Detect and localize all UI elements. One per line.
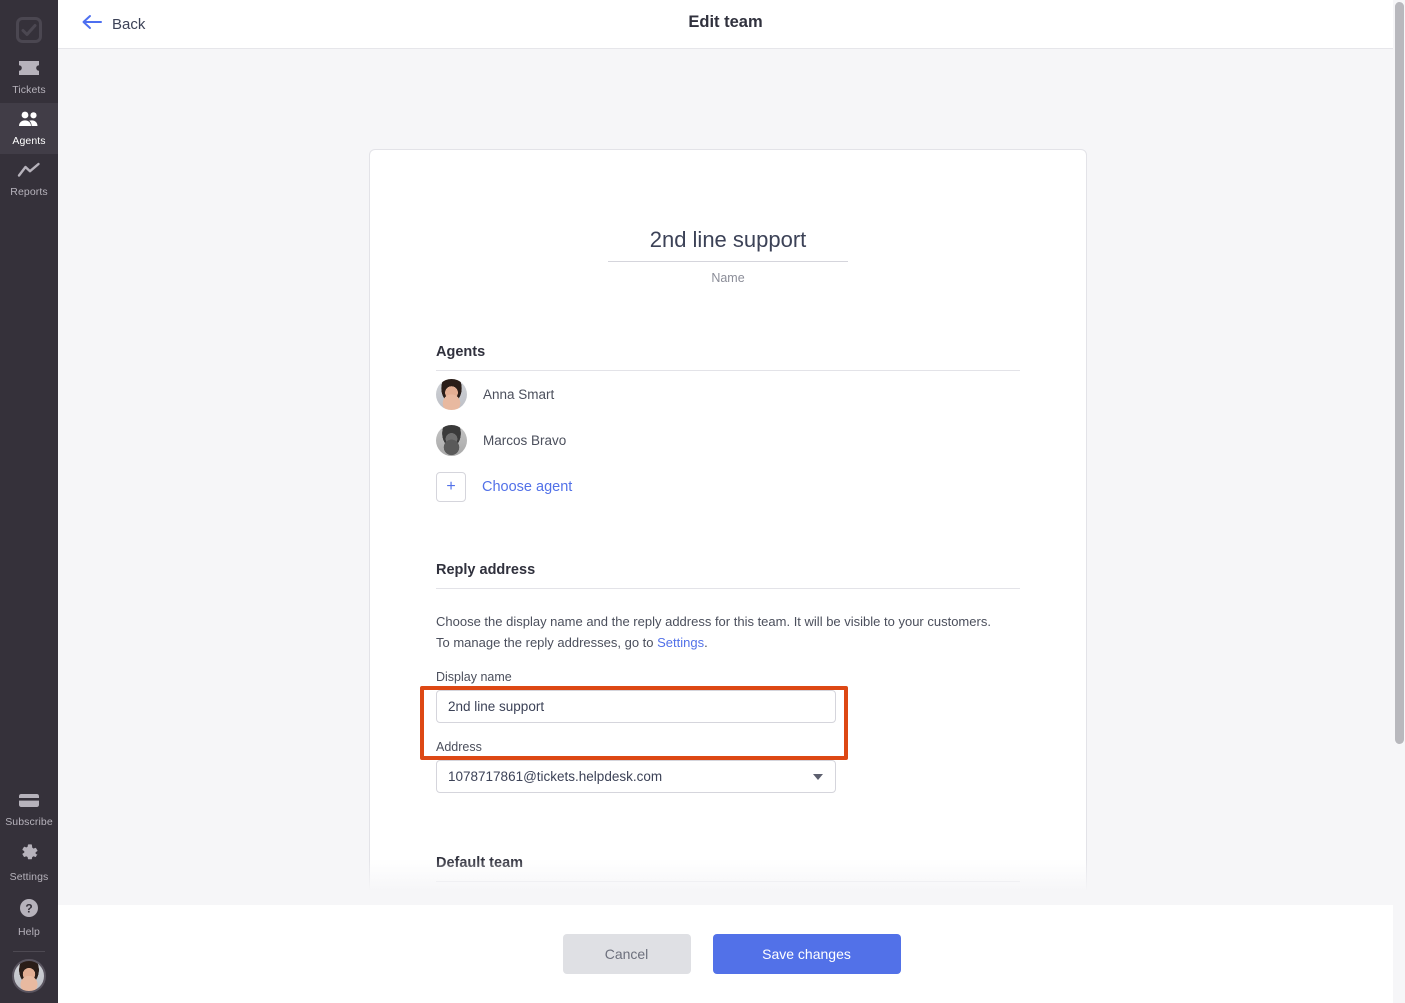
sidebar-divider bbox=[13, 951, 45, 952]
choose-agent-button[interactable]: + Choose agent bbox=[436, 472, 572, 502]
choose-agent-label: Choose agent bbox=[482, 479, 573, 495]
team-name-field-group: 2nd line support Name bbox=[608, 150, 848, 285]
main-sidebar: Tickets Agents Reports Subscribe Setting… bbox=[0, 0, 58, 1003]
display-name-label: Display name bbox=[436, 670, 512, 684]
default-team-section: Default team bbox=[436, 855, 1020, 882]
edit-team-card: 2nd line support Name Agents Anna Smart … bbox=[369, 149, 1087, 905]
plus-icon: + bbox=[436, 472, 466, 502]
reply-address-description-prefix: To manage the reply addresses, go to bbox=[436, 635, 658, 650]
avatar bbox=[436, 424, 467, 456]
agent-name: Marcos Bravo bbox=[483, 432, 567, 448]
default-team-heading: Default team bbox=[436, 855, 1020, 882]
checkbox-logo-icon bbox=[16, 17, 42, 43]
settings-link[interactable]: Settings bbox=[657, 635, 704, 650]
avatar bbox=[436, 378, 467, 410]
address-label: Address bbox=[436, 740, 482, 754]
top-bar: Back Edit team bbox=[58, 0, 1393, 49]
scroll-content: 2nd line support Name Agents Anna Smart … bbox=[58, 49, 1393, 905]
sidebar-label-settings: Settings bbox=[9, 871, 49, 883]
reply-address-description: Choose the display name and the reply ad… bbox=[436, 611, 1020, 653]
sidebar-label-subscribe: Subscribe bbox=[5, 816, 53, 828]
sidebar-item-help[interactable]: ? Help bbox=[0, 890, 58, 945]
agent-row[interactable]: Marcos Bravo bbox=[436, 417, 1020, 463]
app-logo[interactable] bbox=[0, 8, 58, 52]
sidebar-item-reports[interactable]: Reports bbox=[0, 154, 58, 205]
reply-address-description-suffix: . bbox=[704, 635, 708, 650]
address-select[interactable] bbox=[436, 760, 836, 793]
svg-text:?: ? bbox=[25, 902, 32, 916]
chart-line-icon bbox=[17, 162, 41, 183]
reply-address-description-line2: To manage the reply addresses, go to Set… bbox=[436, 632, 1020, 653]
agents-heading: Agents bbox=[436, 344, 1020, 371]
page-title: Edit team bbox=[688, 13, 763, 31]
vertical-scrollbar-thumb[interactable] bbox=[1395, 2, 1404, 744]
sidebar-label-tickets: Tickets bbox=[12, 84, 46, 96]
display-name-input[interactable] bbox=[436, 690, 836, 723]
current-user-avatar[interactable] bbox=[12, 959, 46, 993]
people-icon bbox=[17, 111, 41, 132]
display-name-field-group: Display name bbox=[436, 670, 1020, 723]
sidebar-label-reports: Reports bbox=[10, 186, 48, 198]
sidebar-item-tickets[interactable]: Tickets bbox=[0, 52, 58, 103]
sidebar-item-settings[interactable]: Settings bbox=[0, 835, 58, 890]
ticket-icon bbox=[18, 60, 40, 81]
credit-card-icon bbox=[18, 793, 40, 813]
agents-section: Agents Anna Smart Marcos Bravo + Choose … bbox=[436, 344, 1020, 502]
reply-address-section: Reply address Choose the display name an… bbox=[436, 562, 1020, 793]
sidebar-bottom-group: Subscribe Settings ? Help bbox=[0, 785, 58, 1003]
gear-icon bbox=[19, 843, 39, 868]
sidebar-item-agents[interactable]: Agents bbox=[0, 103, 58, 154]
question-circle-icon: ? bbox=[19, 898, 39, 923]
sidebar-label-help: Help bbox=[18, 926, 40, 938]
action-footer: Cancel Save changes bbox=[58, 905, 1405, 1003]
team-name-value[interactable]: 2nd line support bbox=[608, 227, 848, 262]
team-name-caption: Name bbox=[711, 271, 745, 285]
sidebar-item-subscribe[interactable]: Subscribe bbox=[0, 785, 58, 835]
address-select-value[interactable] bbox=[436, 760, 836, 793]
edit-team-page: Tickets Agents Reports Subscribe Setting… bbox=[0, 0, 1405, 1003]
agent-row[interactable]: Anna Smart bbox=[436, 371, 1020, 417]
address-field-group: Address bbox=[436, 740, 1020, 793]
agent-name: Anna Smart bbox=[483, 386, 555, 402]
cancel-button[interactable]: Cancel bbox=[562, 934, 691, 974]
save-changes-button[interactable]: Save changes bbox=[712, 934, 901, 974]
sidebar-label-agents: Agents bbox=[12, 135, 46, 147]
reply-address-heading: Reply address bbox=[436, 562, 1020, 589]
reply-address-description-line1: Choose the display name and the reply ad… bbox=[436, 614, 991, 629]
